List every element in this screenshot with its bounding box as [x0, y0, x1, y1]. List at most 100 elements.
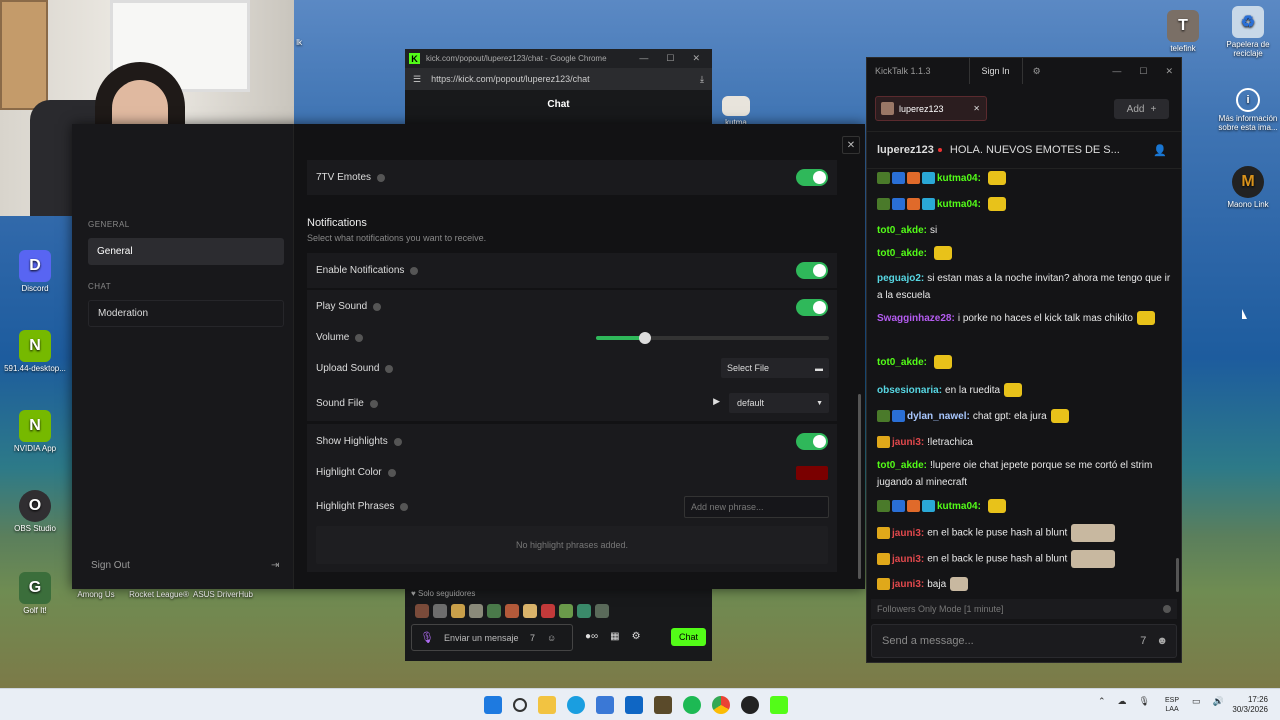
emote-icon[interactable]: [415, 604, 429, 618]
sign-out-icon[interactable]: ⇥: [271, 560, 279, 571]
info-icon[interactable]: [410, 266, 419, 275]
emote-icon[interactable]: [487, 604, 501, 618]
info-icon[interactable]: [393, 437, 402, 446]
desktop-icon-golf-it[interactable]: G Golf It!: [0, 572, 70, 615]
volume-slider[interactable]: [596, 332, 829, 344]
chevron-up-icon[interactable]: ⌃: [1098, 696, 1106, 707]
file-explorer-icon[interactable]: [538, 696, 556, 714]
outlook-icon[interactable]: [625, 696, 643, 714]
toggle-7tv-emotes[interactable]: [796, 169, 828, 186]
emote-bar[interactable]: [415, 604, 609, 618]
chat-username[interactable]: peguajo2:: [877, 273, 924, 284]
highlight-color-swatch[interactable]: [796, 466, 828, 480]
chat-emote[interactable]: [1136, 311, 1155, 326]
info-icon[interactable]: [377, 173, 386, 182]
seven-tv-icon[interactable]: 7: [530, 633, 535, 643]
kick-message-input[interactable]: 🎙 Enviar un mensaje 7 ☺: [411, 624, 573, 651]
maximize-icon[interactable]: ☐: [666, 53, 674, 64]
emote-icon[interactable]: [505, 604, 519, 618]
emote-icon[interactable]: [469, 604, 483, 618]
kick-chat-send-button[interactable]: Chat: [670, 628, 706, 646]
chat-emote[interactable]: [987, 197, 1006, 212]
gear-icon[interactable]: ⚙: [1033, 66, 1041, 77]
microphone-icon[interactable]: 🎙: [1139, 696, 1150, 707]
volume-slider-knob[interactable]: [638, 332, 651, 344]
volume-icon[interactable]: 🔊: [1213, 696, 1224, 707]
spotify-icon[interactable]: [683, 696, 701, 714]
minimize-icon[interactable]: —: [1112, 66, 1121, 77]
minecraft-icon[interactable]: [654, 696, 672, 714]
download-icon[interactable]: ⤓: [700, 74, 704, 85]
settings-scrollbar[interactable]: [858, 394, 861, 579]
chat-emote[interactable]: [934, 246, 953, 261]
chat-username[interactable]: jauni3:: [892, 528, 924, 539]
desktop-icon-discord[interactable]: D Discord: [0, 250, 70, 293]
info-icon[interactable]: [387, 468, 396, 477]
desktop-icon-rocket-league[interactable]: Rocket League®: [124, 590, 194, 599]
kicktalk-icon[interactable]: [770, 696, 788, 714]
desktop-icon-among-us[interactable]: Among Us: [61, 590, 131, 599]
chat-username[interactable]: Swagginhaze28:: [877, 313, 955, 324]
emote-icon[interactable]: [433, 604, 447, 618]
info-icon[interactable]: [400, 503, 409, 511]
kick-emote-icon[interactable]: ☻: [1156, 635, 1168, 647]
chat-username[interactable]: jauni3:: [892, 554, 924, 565]
chat-username[interactable]: obsesionaria:: [877, 385, 942, 396]
emote-icon[interactable]: [523, 604, 537, 618]
chat-username[interactable]: dylan_nawel:: [907, 411, 970, 422]
chat-emote[interactable]: [1004, 383, 1023, 398]
desktop-icon-recycle-bin[interactable]: ♻ Papelera de reciclaje: [1213, 6, 1280, 58]
sound-file-dropdown[interactable]: default ▼: [729, 393, 829, 413]
store-icon[interactable]: ▦: [610, 631, 619, 642]
emote-icon[interactable]: [451, 604, 465, 618]
windows-start-icon[interactable]: [484, 696, 502, 714]
info-icon[interactable]: [369, 399, 378, 408]
obs-icon[interactable]: [741, 696, 759, 714]
desktop-icon-nvidia-app[interactable]: N NVIDIA App: [0, 410, 70, 453]
add-phrase-input[interactable]: Add new phrase...: [684, 496, 829, 518]
emoji-icon[interactable]: ☺: [547, 633, 556, 643]
emote-icon[interactable]: [541, 604, 555, 618]
microphone-icon[interactable]: 🎙: [420, 632, 434, 643]
select-file-button[interactable]: Select File ▬: [721, 358, 829, 378]
taskbar-clock[interactable]: 17:26 30/3/2026: [1228, 695, 1268, 715]
chat-username[interactable]: tot0_akde:: [877, 248, 927, 259]
chat-emote[interactable]: [1071, 524, 1116, 542]
chat-username[interactable]: kutma04:: [937, 199, 981, 210]
close-tab-icon[interactable]: ✕: [973, 104, 980, 113]
emote-icon[interactable]: [577, 604, 591, 618]
toggle-play-sound[interactable]: [796, 299, 828, 316]
store-icon[interactable]: [596, 696, 614, 714]
chrome-titlebar[interactable]: K kick.com/popout/luperez123/chat - Goog…: [405, 49, 712, 68]
user-icon[interactable]: 👤: [1153, 144, 1167, 157]
chat-username[interactable]: kutma04:: [937, 501, 981, 512]
chat-emote[interactable]: [1050, 409, 1069, 424]
add-channel-button[interactable]: Add +: [1114, 99, 1169, 119]
sign-out-button[interactable]: Sign Out: [91, 560, 130, 571]
chat-emote[interactable]: [987, 499, 1006, 514]
chat-scrollbar[interactable]: [1176, 558, 1179, 592]
settings-gear-icon[interactable]: ⚙: [632, 631, 641, 642]
sign-in-button[interactable]: Sign In: [968, 58, 1023, 84]
edge-icon[interactable]: [567, 696, 585, 714]
info-icon[interactable]: [373, 303, 382, 311]
chat-emote[interactable]: [950, 577, 969, 592]
close-icon[interactable]: ✕: [1165, 66, 1173, 77]
chrome-address-bar[interactable]: ☰ https://kick.com/popout/luperez123/cha…: [405, 68, 712, 90]
close-settings-button[interactable]: ✕: [842, 136, 860, 154]
monitor-icon[interactable]: ▭: [1192, 696, 1201, 707]
info-icon[interactable]: [385, 364, 394, 373]
chat-username[interactable]: tot0_akde:: [877, 460, 927, 471]
seven-tv-icon[interactable]: 7: [1140, 635, 1146, 647]
chat-username[interactable]: jauni3:: [892, 579, 924, 590]
search-icon[interactable]: [513, 698, 527, 712]
emote-icon[interactable]: [595, 604, 609, 618]
chat-emote[interactable]: [1071, 550, 1116, 568]
emote-icon[interactable]: [559, 604, 573, 618]
chat-username[interactable]: tot0_akde:: [877, 225, 927, 236]
desktop-icon-partial-kutma[interactable]: kutma: [712, 96, 760, 127]
minimize-icon[interactable]: —: [639, 53, 648, 64]
chat-emote[interactable]: [987, 171, 1006, 186]
sidebar-item-general[interactable]: General: [88, 238, 284, 265]
play-icon[interactable]: ▶: [713, 396, 720, 407]
